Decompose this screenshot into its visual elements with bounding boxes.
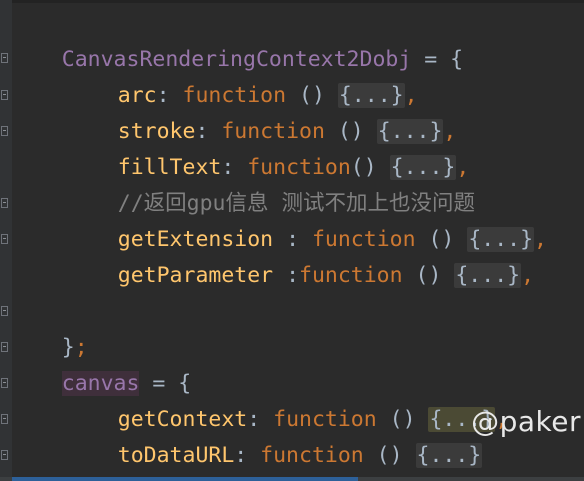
code-line-2[interactable]: arc: function () {...}, [66,42,418,108]
function-keyword: function [260,443,364,468]
code-line-12[interactable]: toDataURL: function () {...} [66,402,483,468]
comma: , [534,227,547,252]
folded-body[interactable]: {...} [415,443,483,468]
parens: () [363,443,416,468]
code-line-4[interactable]: fillText: function() {...}, [66,114,469,180]
function-keyword: function [299,263,403,288]
code-line-11[interactable]: getContext: function () {...}, [66,366,508,432]
fold-marker-icon[interactable] [1,90,8,100]
code-line-3[interactable]: stroke: function () {...}, [66,78,456,144]
editor-top-edge [0,0,584,3]
editor-bottom-bar [0,477,584,481]
property-name: toDataURL [117,443,235,468]
fold-marker-icon[interactable] [1,342,8,352]
fold-marker-icon[interactable] [1,450,8,460]
parens: () [402,263,455,288]
assign-operator: = { [411,47,464,72]
code-editor[interactable]: CanvasRenderingContext2Dobj = { arc: fun… [0,0,584,481]
code-line-5[interactable]: //返回gpu信息 测试不加上也没问题 [66,150,475,216]
fold-marker-icon[interactable] [1,126,8,136]
fold-marker-icon[interactable] [1,234,8,244]
fold-marker-icon[interactable] [1,198,8,208]
fold-marker-icon[interactable] [1,414,8,424]
code-line-10[interactable]: canvas = { [10,330,191,396]
folded-body[interactable]: {...} [454,263,522,288]
code-line-1[interactable]: CanvasRenderingContext2Dobj = { [10,6,463,72]
code-line-13[interactable]: }; [10,438,88,481]
colon: : [234,443,261,468]
property-name: getParameter [117,263,274,288]
code-line-7[interactable]: getParameter :function () {...}, [66,222,534,288]
watermark-text: @paker [471,405,581,438]
fold-marker-icon[interactable] [1,306,8,316]
code-line-6[interactable]: getExtension : function () {...}, [66,186,547,252]
fold-marker-icon[interactable] [1,53,8,63]
comma: , [521,263,535,288]
colon: : [273,263,300,288]
fold-marker-icon[interactable] [1,378,8,388]
code-line-9[interactable]: }; [10,294,88,360]
active-tab-indicator [12,477,358,481]
